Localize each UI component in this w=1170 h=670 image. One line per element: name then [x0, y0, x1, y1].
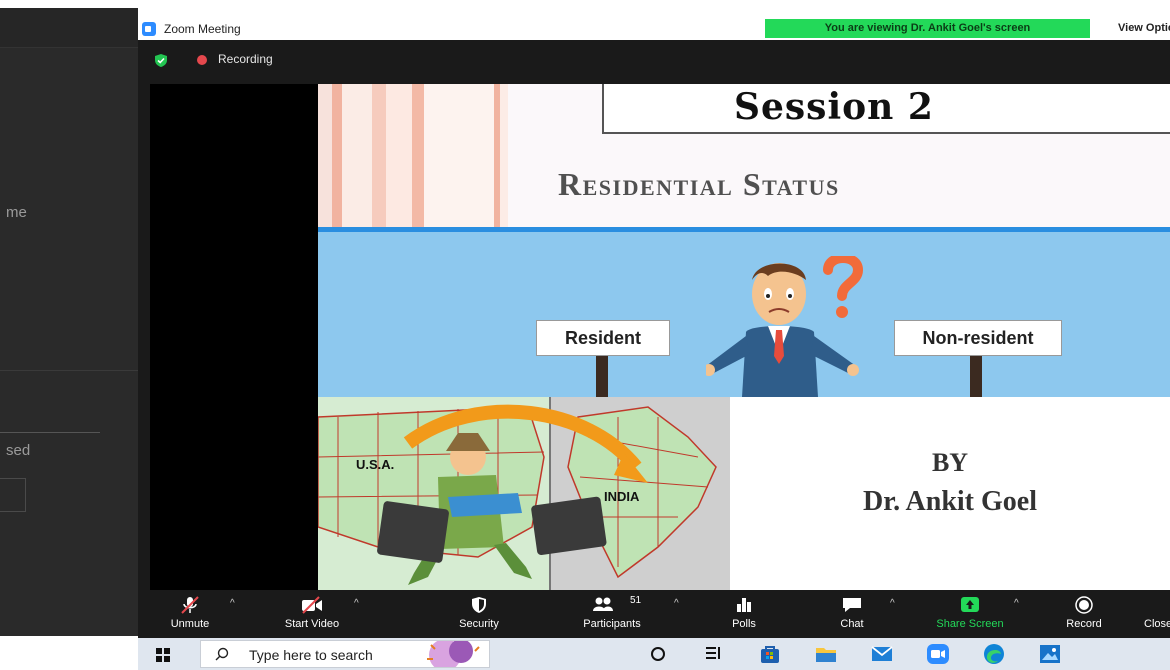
- decorative-stripe: [412, 84, 424, 227]
- cortana-icon[interactable]: [646, 642, 670, 666]
- share-screen-label: Share Screen: [936, 618, 1004, 630]
- windows-start-icon[interactable]: [156, 648, 170, 662]
- share-screen-icon: [961, 597, 979, 612]
- edge-icon[interactable]: [982, 642, 1006, 666]
- security-shield-icon: [472, 597, 486, 613]
- background-divider: [0, 370, 138, 371]
- viewing-screen-banner: You are viewing Dr. Ankit Goel's screen: [765, 19, 1090, 38]
- unmute-button[interactable]: Unmute: [160, 590, 220, 638]
- store-icon[interactable]: [758, 642, 782, 666]
- decorative-stripe: [332, 84, 342, 227]
- zoom-meeting-window: Zoom Meeting You are viewing Dr. Ankit G…: [138, 18, 1170, 638]
- shared-slide: Session 2 Residential Status Resident No…: [318, 84, 1170, 590]
- search-icon: [215, 647, 229, 661]
- meeting-status-bar: Recording: [138, 40, 1170, 84]
- background-app-text: me: [6, 204, 27, 221]
- chat-options-caret[interactable]: ^: [890, 598, 895, 609]
- share-options-caret[interactable]: ^: [1014, 598, 1019, 609]
- decorative-stripe: [372, 84, 386, 227]
- map-illustration: U.S.A. INDIA: [318, 397, 730, 590]
- microphone-muted-icon: [181, 596, 199, 614]
- map-label-india: INDIA: [604, 489, 640, 504]
- windows-taskbar: Type here to search: [138, 638, 1170, 670]
- resident-sign: Resident: [536, 320, 670, 356]
- recording-icon: [197, 55, 207, 65]
- non-resident-sign: Non-resident: [894, 320, 1062, 356]
- security-button[interactable]: Security: [444, 590, 514, 638]
- task-view-icon[interactable]: [702, 642, 726, 666]
- participants-icon: [593, 597, 614, 611]
- sign-pole: [970, 349, 982, 397]
- record-icon: [1075, 596, 1093, 614]
- shared-screen-margin: [150, 84, 318, 590]
- decorative-stripe: [342, 84, 372, 227]
- audio-options-caret[interactable]: ^: [230, 598, 235, 609]
- window-title: Zoom Meeting: [164, 22, 241, 36]
- participants-options-caret[interactable]: ^: [674, 598, 679, 609]
- start-video-label: Start Video: [284, 618, 340, 630]
- shield-icon[interactable]: [155, 54, 167, 67]
- polls-label: Polls: [732, 618, 756, 630]
- close-label: Close: [1144, 618, 1170, 630]
- mail-icon[interactable]: [870, 642, 894, 666]
- participants-count: 51: [630, 595, 642, 606]
- record-label: Record: [1066, 618, 1102, 630]
- slide-heading: Residential Status: [558, 166, 840, 202]
- background-divider: [0, 432, 100, 433]
- screen: me sed Zoom Meeting You are viewing Dr. …: [0, 0, 1170, 670]
- window-titlebar[interactable]: Zoom Meeting You are viewing Dr. Ankit G…: [138, 18, 1170, 40]
- decorative-stripe: [386, 84, 412, 227]
- background-app-text: sed: [6, 442, 31, 459]
- share-screen-button[interactable]: Share Screen: [920, 590, 1020, 638]
- video-options-caret[interactable]: ^: [354, 598, 359, 609]
- recording-label[interactable]: Recording: [218, 52, 273, 66]
- zoom-logo-icon: [142, 22, 156, 36]
- polls-icon: [737, 598, 751, 612]
- meeting-toolbar: Unmute ^ Start Video ^ Security 51 Parti…: [138, 590, 1170, 638]
- search-highlight-illustration: [427, 641, 480, 667]
- usa-india-map-illustration: [318, 397, 730, 590]
- taskbar-search-placeholder: Type here to search: [249, 647, 373, 663]
- unmute-label: Unmute: [170, 618, 210, 630]
- taskbar-search-box[interactable]: Type here to search: [200, 640, 490, 668]
- decorative-stripe: [318, 84, 332, 227]
- participants-label: Participants: [583, 618, 641, 630]
- close-button[interactable]: Close: [1138, 590, 1170, 638]
- presenter-name: Dr. Ankit Goel: [863, 486, 1037, 517]
- photos-icon[interactable]: [1038, 642, 1062, 666]
- by-label: BY: [931, 448, 969, 477]
- background-app-input[interactable]: [0, 478, 26, 512]
- participants-button[interactable]: 51 Participants: [568, 590, 656, 638]
- chat-label: Chat: [840, 618, 864, 630]
- businessman-illustration: [706, 256, 864, 397]
- zoom-app-icon[interactable]: [926, 642, 950, 666]
- decorative-stripe: [500, 84, 508, 227]
- record-button[interactable]: Record: [1054, 590, 1114, 638]
- session-title: Session 2: [734, 86, 934, 128]
- background-app-header: [0, 8, 138, 48]
- background-app-panel: [0, 8, 138, 636]
- polls-button[interactable]: Polls: [714, 590, 774, 638]
- security-label: Security: [459, 618, 499, 630]
- video-off-icon: [302, 596, 322, 614]
- presenter-credit: BY Dr. Ankit Goel: [730, 397, 1170, 590]
- chat-button[interactable]: Chat: [822, 590, 882, 638]
- start-video-button[interactable]: Start Video: [268, 590, 356, 638]
- decorative-stripe: [424, 84, 494, 227]
- sign-pole: [596, 349, 608, 397]
- chat-icon: [843, 598, 861, 612]
- view-options-button[interactable]: View Options: [1108, 19, 1170, 38]
- map-label-usa: U.S.A.: [356, 457, 395, 472]
- file-explorer-icon[interactable]: [814, 642, 838, 666]
